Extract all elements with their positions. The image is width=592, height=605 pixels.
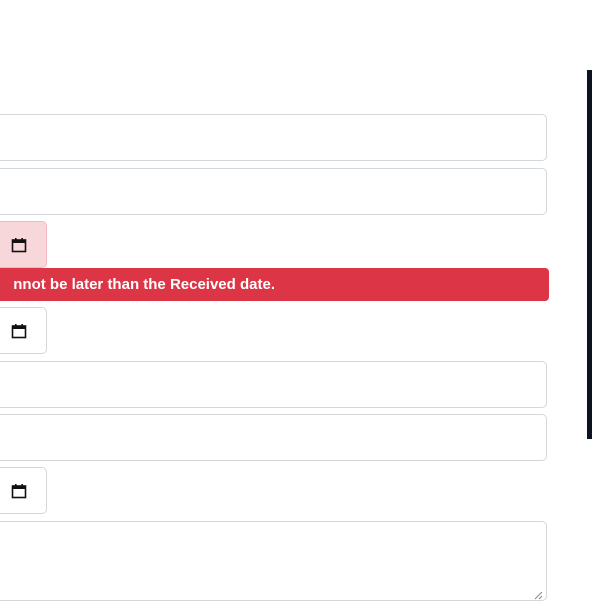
date-picker-button-invalid[interactable] [0,221,47,268]
date-picker-button[interactable] [0,307,47,354]
resize-handle-icon[interactable] [533,587,543,600]
notes-textarea[interactable] [0,521,547,601]
text-field-3[interactable] [0,361,547,408]
validation-error-text: nnot be later than the Received date. [13,276,275,293]
text-field-1[interactable] [0,114,547,161]
text-field-4[interactable] [0,414,547,461]
calendar-icon [11,237,27,253]
calendar-icon [11,323,27,339]
date-picker-button[interactable] [0,467,47,514]
side-panel-edge [587,70,592,439]
validation-error-banner: nnot be later than the Received date. [0,268,549,301]
text-field-2[interactable] [0,168,547,215]
calendar-icon [11,483,27,499]
